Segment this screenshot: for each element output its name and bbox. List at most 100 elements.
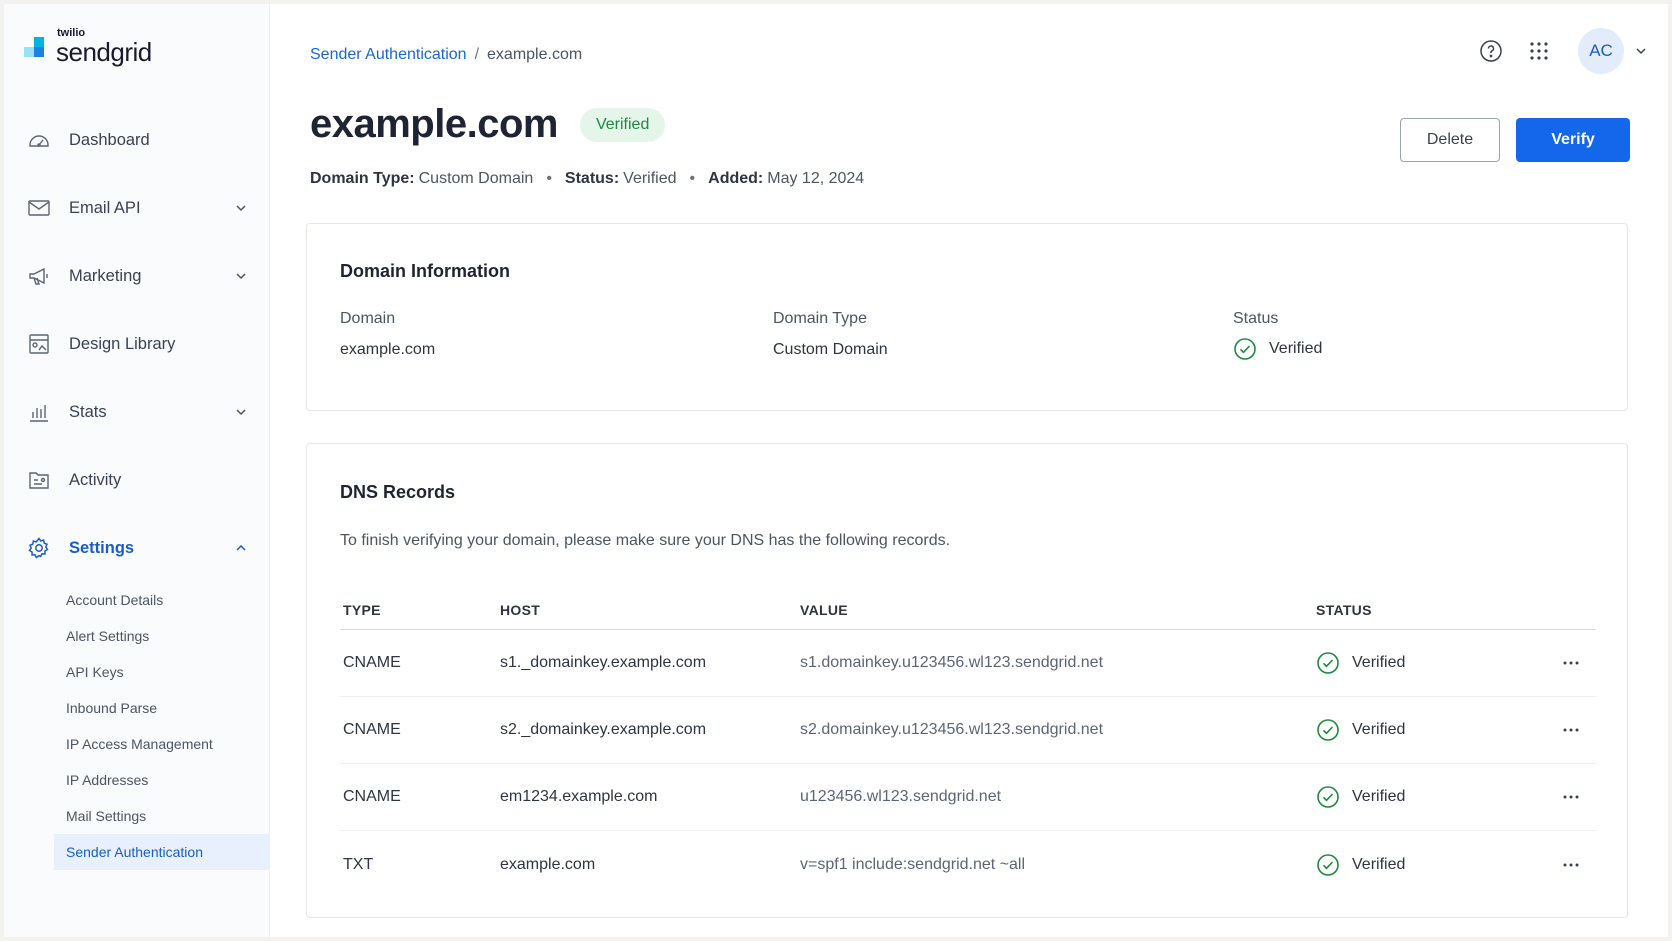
meta-status-value: Verified <box>623 170 677 187</box>
chevron-down-icon[interactable] <box>1634 44 1648 58</box>
delete-button[interactable]: Delete <box>1400 118 1500 162</box>
cell-value: v=spf1 include:sendgrid.net ~all <box>800 855 1026 873</box>
cell-status: Verified <box>1316 785 1546 809</box>
breadcrumb: Sender Authentication / example.com <box>310 46 582 64</box>
sidebar-nav: Dashboard Email API Marketing Design Lib… <box>4 106 270 870</box>
avatar[interactable]: AC <box>1578 28 1624 74</box>
sidebar-item-label: Design Library <box>69 334 176 353</box>
table-row: CNAME s2._domainkey.example.com s2.domai… <box>340 697 1596 764</box>
meta-domain-type-label: Domain Type: <box>310 170 415 187</box>
sidebar-item-label: Dashboard <box>69 130 150 149</box>
subnav-ip-addresses[interactable]: IP Addresses <box>54 762 270 798</box>
header-host[interactable]: HOST <box>500 602 800 618</box>
sidebar-item-label: Marketing <box>69 266 142 285</box>
subnav-alert-settings[interactable]: Alert Settings <box>54 618 270 654</box>
subnav-inbound-parse[interactable]: Inbound Parse <box>54 690 270 726</box>
domain-type-label: Domain Type <box>773 310 867 327</box>
cell-status: Verified <box>1316 853 1546 877</box>
cell-status-text: Verified <box>1352 788 1406 805</box>
sidebar-item-design-library[interactable]: Design Library <box>4 310 270 378</box>
chevron-down-icon[interactable] <box>234 201 248 215</box>
header-status[interactable]: STATUS <box>1316 602 1546 618</box>
cell-type: CNAME <box>343 654 401 671</box>
cell-type: CNAME <box>343 721 401 738</box>
status-value-text: Verified <box>1269 340 1323 357</box>
check-circle-icon <box>1317 719 1339 741</box>
check-circle-icon <box>1317 786 1339 808</box>
cell-host: s1._domainkey.example.com <box>500 654 707 671</box>
cell-host: example.com <box>500 855 596 873</box>
header-value[interactable]: VALUE <box>800 602 1316 618</box>
stats-icon <box>26 399 52 425</box>
activity-icon <box>26 467 52 493</box>
chevron-down-icon[interactable] <box>234 405 248 419</box>
table-row: CNAME em1234.example.com u123456.wl123.s… <box>340 764 1596 831</box>
verify-button[interactable]: Verify <box>1516 118 1630 162</box>
breadcrumb-sender-authentication[interactable]: Sender Authentication <box>310 46 467 64</box>
sidebar-item-activity[interactable]: Activity <box>4 446 270 514</box>
cell-status-text: Verified <box>1352 721 1406 738</box>
cell-host: s2._domainkey.example.com <box>500 721 707 738</box>
dns-records-table: TYPE HOST VALUE STATUS CNAME s1._domaink… <box>340 590 1596 898</box>
subnav-ip-access-management[interactable]: IP Access Management <box>54 726 270 762</box>
subnav-api-keys[interactable]: API Keys <box>54 654 270 690</box>
sidebar-item-settings[interactable]: Settings <box>4 514 270 582</box>
table-row: CNAME s1._domainkey.example.com s1.domai… <box>340 630 1596 697</box>
sidebar-item-dashboard[interactable]: Dashboard <box>4 106 270 174</box>
sidebar-item-stats[interactable]: Stats <box>4 378 270 446</box>
meta-domain-type-value: Custom Domain <box>418 170 534 187</box>
more-options-icon[interactable] <box>1546 727 1596 733</box>
status-label: Status <box>1233 310 1279 327</box>
megaphone-icon <box>26 263 52 289</box>
subnav-mail-settings[interactable]: Mail Settings <box>54 798 270 834</box>
sidebar-item-label: Activity <box>69 470 122 489</box>
cell-host: em1234.example.com <box>500 788 658 805</box>
envelope-icon <box>26 195 52 221</box>
cell-value: s2.domainkey.u123456.wl123.sendgrid.net <box>800 721 1104 738</box>
meta-added-value: May 12, 2024 <box>767 170 865 187</box>
domain-label: Domain <box>340 310 396 327</box>
domain-value: example.com <box>340 341 436 358</box>
page-title: example.com <box>310 102 558 146</box>
cell-value: u123456.wl123.sendgrid.net <box>800 788 1002 805</box>
app-window: twilio sendgrid Dashboard Email API Mark… <box>4 4 1668 937</box>
sidebar-item-email-api[interactable]: Email API <box>4 174 270 242</box>
design-library-icon <box>26 331 52 357</box>
breadcrumb-current: example.com <box>487 46 583 63</box>
chevron-up-icon[interactable] <box>234 541 248 555</box>
more-options-icon[interactable] <box>1546 862 1596 868</box>
domain-type-value: Custom Domain <box>773 341 888 358</box>
domain-information-title: Domain Information <box>340 261 510 281</box>
meta-added-label: Added: <box>708 170 764 187</box>
more-options-icon[interactable] <box>1546 794 1596 800</box>
cell-value: s1.domainkey.u123456.wl123.sendgrid.net <box>800 654 1104 671</box>
status-badge: Verified <box>579 107 666 142</box>
cell-status: Verified <box>1316 718 1546 742</box>
meta-separator: • <box>689 170 696 187</box>
cell-status: Verified <box>1316 651 1546 675</box>
subnav-sender-authentication[interactable]: Sender Authentication <box>54 834 270 870</box>
table-row: TXT example.com v=spf1 include:sendgrid.… <box>340 831 1596 898</box>
gear-icon <box>26 535 52 561</box>
apps-grid-icon[interactable] <box>1526 38 1552 64</box>
status-value: Verified <box>1233 337 1322 361</box>
chevron-down-icon[interactable] <box>234 269 248 283</box>
sendgrid-logo[interactable]: twilio sendgrid <box>24 28 152 65</box>
page-actions: Delete Verify <box>1400 118 1630 162</box>
top-right-toolbar: AC <box>1478 28 1648 74</box>
dns-records-card: DNS Records To finish verifying your dom… <box>306 443 1628 918</box>
header-type[interactable]: TYPE <box>340 602 500 618</box>
logo-mark-icon <box>24 37 52 65</box>
sidebar-item-label: Settings <box>69 538 135 557</box>
meta-separator: • <box>546 170 552 187</box>
cell-status-text: Verified <box>1352 654 1406 671</box>
meta-status-label: Status: <box>564 170 620 187</box>
sidebar-item-marketing[interactable]: Marketing <box>4 242 270 310</box>
logo-sendgrid-text: sendgrid <box>56 37 152 67</box>
check-circle-icon <box>1317 652 1339 674</box>
help-icon[interactable] <box>1478 38 1504 64</box>
subnav-account-details[interactable]: Account Details <box>54 582 270 618</box>
title-row: example.com Verified <box>310 102 666 147</box>
more-options-icon[interactable] <box>1546 660 1596 666</box>
cell-status-text: Verified <box>1352 855 1406 873</box>
